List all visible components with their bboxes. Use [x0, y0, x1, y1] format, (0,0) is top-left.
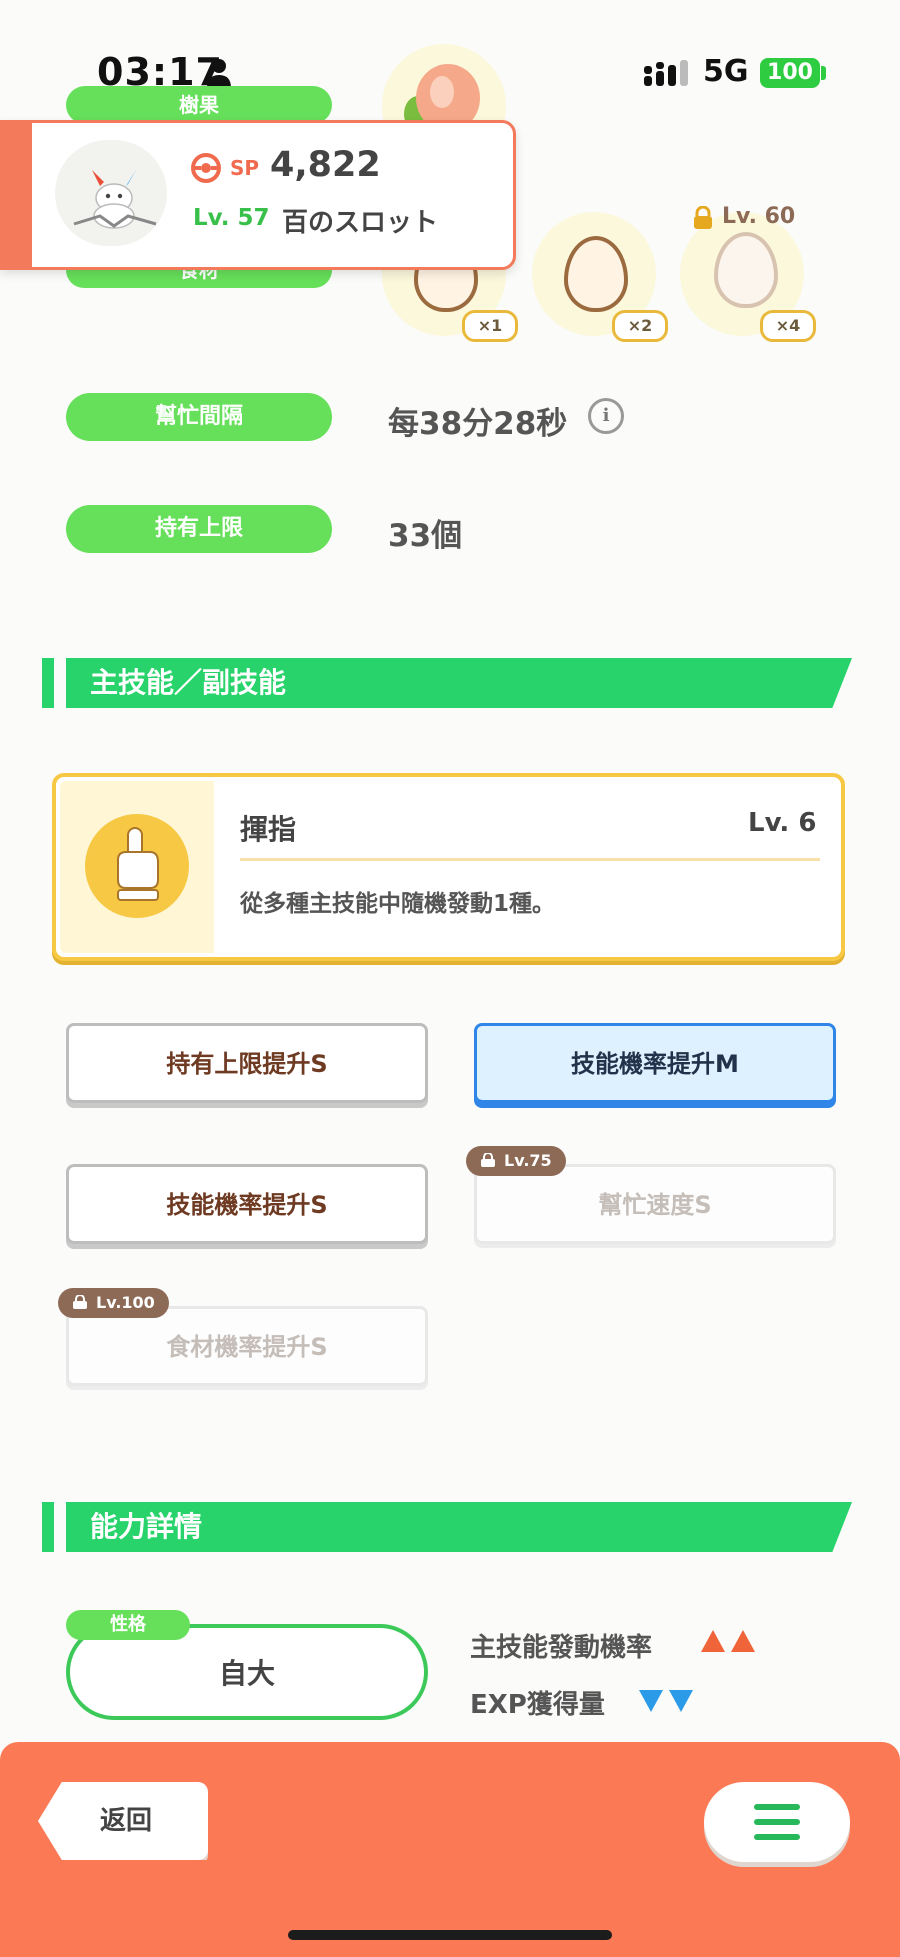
carry-limit-label: 持有上限 — [66, 505, 332, 553]
main-skill-description: 從多種主技能中隨機發動1種。 — [240, 891, 556, 917]
help-interval-label: 幫忙間隔 — [66, 393, 332, 441]
lock-icon — [73, 1295, 87, 1309]
ability-section-title: 能力詳情 — [90, 1510, 203, 1543]
increase-arrows-icon — [701, 1630, 755, 1652]
back-button-label: 返回 — [100, 1806, 153, 1836]
pokemon-level: Lv. 57 — [193, 205, 270, 231]
egg-lock-level: Lv. 60 — [722, 204, 796, 229]
nature-tag: 性格 — [66, 1610, 190, 1640]
sub-skill-button-selected[interactable]: 技能機率提升M — [474, 1023, 836, 1103]
main-skill-level: Lv. 6 — [748, 808, 817, 838]
popup-accent-stripe — [0, 120, 32, 270]
egg-count: ×2 — [612, 310, 668, 342]
decrease-arrows-icon — [639, 1690, 693, 1712]
sp-value: 4,822 — [270, 145, 381, 185]
sub-skill-button-locked[interactable]: 食材機率提升S — [66, 1306, 428, 1386]
egg-count: ×4 — [760, 310, 816, 342]
lock-icon — [481, 1153, 495, 1167]
network-type: 5G — [703, 54, 749, 89]
divider — [240, 858, 820, 861]
help-interval-value: 每38分28秒 — [388, 406, 568, 442]
home-indicator — [288, 1930, 612, 1940]
battery-indicator: 100 — [760, 58, 820, 88]
info-icon[interactable]: i — [588, 398, 624, 434]
menu-icon — [754, 1804, 800, 1840]
sub-skill-button[interactable]: 技能機率提升S — [66, 1164, 428, 1244]
lock-level-tag: Lv.75 — [466, 1146, 566, 1176]
skills-section-title: 主技能／副技能 — [90, 666, 287, 699]
section-accent — [42, 658, 54, 708]
nature-down-effect: EXP獲得量 — [470, 1690, 605, 1720]
pokemon-sprite-icon — [73, 170, 157, 229]
pointing-finger-icon — [117, 827, 159, 901]
carry-limit-value: 33個 — [388, 518, 463, 554]
section-accent — [42, 1502, 54, 1552]
lock-level-text: Lv.75 — [504, 1151, 552, 1170]
nature-up-effect: 主技能發動機率 — [470, 1633, 653, 1663]
sp-icon — [191, 153, 221, 183]
main-skill-name: 揮指 — [240, 813, 297, 846]
lock-level-tag: Lv.100 — [58, 1288, 169, 1318]
person-icon — [207, 59, 231, 88]
signal-icon — [644, 60, 688, 86]
berry-label: 樹果 — [66, 86, 332, 124]
egg-count: ×1 — [462, 310, 518, 342]
sub-skill-button[interactable]: 持有上限提升S — [66, 1023, 428, 1103]
lock-icon — [694, 206, 712, 229]
pokemon-name: 百のスロット — [282, 208, 439, 238]
sub-skill-button-locked[interactable]: 幫忙速度S — [474, 1164, 836, 1244]
sp-label: SP — [230, 156, 260, 180]
lock-level-text: Lv.100 — [96, 1293, 155, 1312]
battery-tip — [821, 66, 826, 80]
